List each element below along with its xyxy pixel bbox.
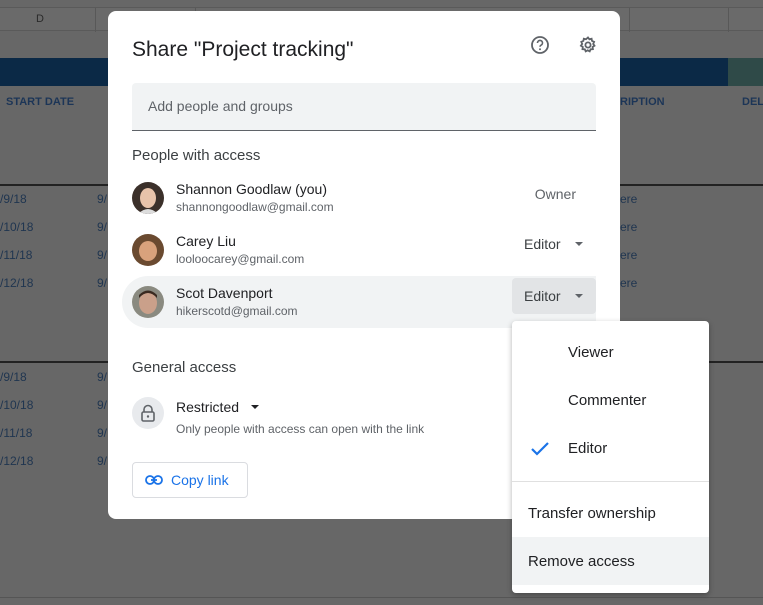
cell-description[interactable]: ere xyxy=(620,220,637,234)
cell-end-date[interactable]: 9/ xyxy=(97,276,107,290)
cell-description[interactable]: ere xyxy=(620,192,637,206)
caret-down-icon xyxy=(574,294,583,298)
cell-date[interactable]: /12/18 xyxy=(0,454,33,468)
general-access-level: Restricted xyxy=(176,399,240,415)
person-name: Scot Davenport xyxy=(176,285,273,301)
person-email: hikerscotd@gmail.com xyxy=(176,304,298,318)
cell-date[interactable]: /9/18 xyxy=(0,192,27,206)
person-row: Carey Liu looloocarey@gmail.com Editor xyxy=(124,224,596,276)
cell-end-date[interactable]: 9/ xyxy=(97,370,107,384)
avatar xyxy=(132,234,164,266)
role-label: Owner xyxy=(534,186,576,202)
avatar xyxy=(132,286,164,318)
role-value: Editor xyxy=(524,288,561,304)
cell-description[interactable]: ere xyxy=(620,248,637,262)
person-row: Shannon Goodlaw (you) shannongoodlaw@gma… xyxy=(124,172,596,224)
cell-end-date[interactable]: 9/ xyxy=(97,454,107,468)
caret-down-icon xyxy=(574,242,583,246)
menu-divider xyxy=(512,481,709,482)
role-value: Editor xyxy=(524,236,561,252)
caret-down-icon xyxy=(251,405,260,409)
cell-date[interactable]: /10/18 xyxy=(0,220,33,234)
bottom-border xyxy=(0,597,763,598)
people-with-access-heading: People with access xyxy=(132,147,261,164)
cell-date[interactable]: /12/18 xyxy=(0,276,33,290)
link-icon xyxy=(145,475,163,485)
cell-end-date[interactable]: 9/ xyxy=(97,248,107,262)
general-access-description: Only people with access can open with th… xyxy=(176,422,425,436)
gear-icon[interactable] xyxy=(576,33,600,57)
column-letter: D xyxy=(36,13,44,25)
cell-end-date[interactable]: 9/ xyxy=(97,220,107,234)
avatar xyxy=(132,182,164,214)
menu-item-commenter[interactable]: Commenter xyxy=(512,376,709,424)
cell-date[interactable]: /10/18 xyxy=(0,398,33,412)
person-name: Carey Liu xyxy=(176,233,236,249)
add-people-input[interactable]: Add people and groups xyxy=(132,83,596,131)
copy-link-label: Copy link xyxy=(171,472,229,488)
role-dropdown[interactable]: Editor xyxy=(512,226,596,262)
person-email: looloocarey@gmail.com xyxy=(176,252,305,266)
cell-date[interactable]: /9/18 xyxy=(0,370,27,384)
dialog-title: Share "Project tracking" xyxy=(132,38,354,61)
menu-item-remove-access[interactable]: Remove access xyxy=(512,537,709,585)
header-description: RIPTION xyxy=(620,96,665,108)
help-icon[interactable] xyxy=(528,33,552,57)
role-menu: Viewer Commenter Editor Transfer ownersh… xyxy=(512,321,709,593)
cell-end-date[interactable]: 9/ xyxy=(97,426,107,440)
person-email: shannongoodlaw@gmail.com xyxy=(176,200,334,214)
menu-item-transfer-ownership[interactable]: Transfer ownership xyxy=(512,489,709,537)
menu-item-editor[interactable]: Editor xyxy=(512,424,709,472)
menu-item-label: Editor xyxy=(568,439,608,457)
general-access-dropdown[interactable]: Restricted xyxy=(176,399,260,415)
menu-item-viewer[interactable]: Viewer xyxy=(512,328,709,376)
copy-link-button[interactable]: Copy link xyxy=(132,462,248,498)
general-access-heading: General access xyxy=(132,359,237,376)
check-icon xyxy=(531,442,549,456)
header-deliverable: DEL xyxy=(742,96,763,108)
header-start-date: START DATE xyxy=(6,96,75,108)
lock-icon xyxy=(132,397,164,429)
person-name: Shannon Goodlaw (you) xyxy=(176,181,327,197)
cell-description[interactable]: ere xyxy=(620,276,637,290)
cell-date[interactable]: /11/18 xyxy=(0,426,32,440)
role-dropdown[interactable]: Editor xyxy=(512,278,596,314)
cell-end-date[interactable]: 9/ xyxy=(97,398,107,412)
header-band-accent xyxy=(728,58,763,86)
cell-end-date[interactable]: 9/ xyxy=(97,192,107,206)
cell-date[interactable]: /11/18 xyxy=(0,248,32,262)
